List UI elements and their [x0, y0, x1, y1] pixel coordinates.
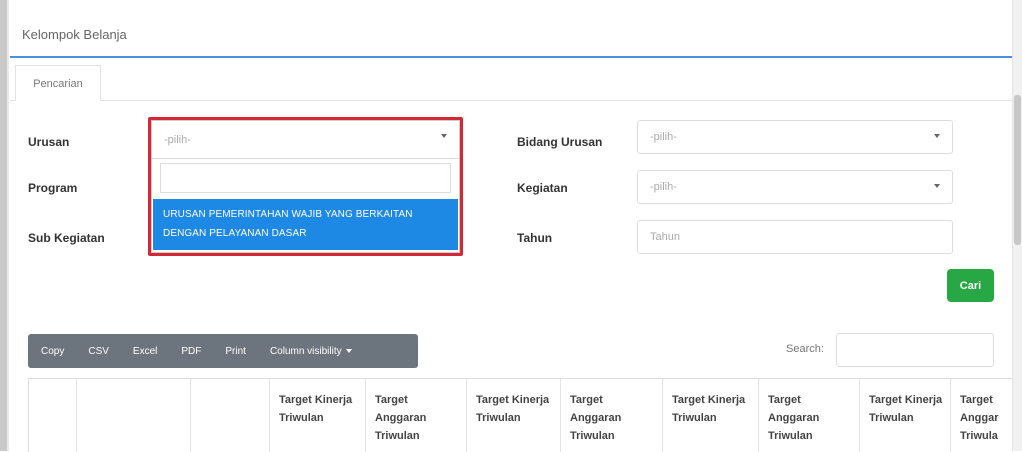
dropdown-search-input[interactable]	[160, 163, 451, 193]
dropdown-option-urusan-wajib[interactable]: URUSAN PEMERINTAHAN WAJIB YANG BERKAITAN…	[153, 199, 458, 250]
chevron-down-icon	[441, 134, 447, 138]
program-label: Program	[28, 181, 78, 195]
kegiatan-label: Kegiatan	[517, 181, 568, 195]
tab-pencarian[interactable]: Pencarian	[15, 65, 101, 101]
print-button[interactable]: Print	[213, 334, 258, 368]
column-divider	[269, 379, 270, 452]
bidang-urusan-select[interactable]: -pilih-	[637, 120, 953, 154]
column-divider	[560, 379, 561, 452]
copy-button[interactable]: Copy	[28, 334, 76, 368]
table-header-cell[interactable]: Target Anggar Triwula	[960, 391, 1015, 445]
excel-button[interactable]: Excel	[121, 334, 169, 368]
column-divider	[466, 379, 467, 452]
window-edge-inner	[7, 0, 9, 451]
page-title: Kelompok Belanja	[22, 27, 127, 42]
window-edge	[0, 0, 7, 451]
table-header-cell[interactable]: Target Anggaran Triwulan	[375, 391, 459, 445]
chevron-down-icon	[934, 184, 940, 188]
scrollbar-thumb[interactable]	[1014, 95, 1021, 245]
column-visibility-button[interactable]: Column visibility	[258, 334, 364, 368]
caret-down-icon	[345, 349, 352, 353]
urusan-select[interactable]: -pilih-	[152, 121, 459, 159]
table-header-cell[interactable]: Target Kinerja Triwulan	[279, 391, 363, 427]
kegiatan-select[interactable]: -pilih-	[637, 170, 953, 204]
cari-button[interactable]: Cari	[947, 269, 994, 302]
table-search-label: Search:	[786, 343, 824, 355]
column-divider	[859, 379, 860, 452]
table-header-cell[interactable]: Target Anggaran Triwulan	[570, 391, 654, 445]
column-divider	[758, 379, 759, 452]
column-divider	[662, 379, 663, 452]
tab-bar: Pencarian	[10, 62, 1014, 101]
header-divider	[10, 56, 1014, 58]
urusan-select-open[interactable]: -pilih- URUSAN PEMERINTAHAN WAJIB YANG B…	[151, 120, 460, 253]
column-visibility-label: Column visibility	[269, 345, 342, 357]
tahun-placeholder: Tahun	[650, 231, 680, 243]
table-header-cell[interactable]: Target Kinerja Triwulan	[476, 391, 560, 427]
table-header-cell[interactable]: Target Kinerja Triwulan	[672, 391, 756, 427]
table-header-cell[interactable]: Target Kinerja Triwulan	[869, 391, 953, 427]
kegiatan-select-value: -pilih-	[650, 181, 677, 193]
table-search-input[interactable]	[836, 333, 994, 367]
column-divider	[365, 379, 366, 452]
column-divider	[76, 379, 77, 452]
data-table: Target Kinerja Triwulan Target Anggaran …	[28, 378, 1015, 452]
export-toolbar: Copy CSV Excel PDF Print Column visibili…	[28, 334, 418, 368]
scrollbar[interactable]	[1012, 0, 1022, 451]
urusan-select-value: -pilih-	[164, 133, 191, 146]
bidang-urusan-label: Bidang Urusan	[517, 135, 603, 149]
table-header-cell[interactable]: Target Anggaran Triwulan	[768, 391, 852, 445]
csv-button[interactable]: CSV	[76, 334, 121, 368]
bidang-urusan-select-value: -pilih-	[650, 131, 677, 143]
tahun-input[interactable]: Tahun	[637, 220, 953, 254]
column-divider	[190, 379, 191, 452]
pdf-button[interactable]: PDF	[169, 334, 213, 368]
urusan-label: Urusan	[28, 135, 70, 149]
sub-kegiatan-label: Sub Kegiatan	[28, 231, 105, 245]
tahun-label: Tahun	[517, 231, 553, 245]
chevron-down-icon	[934, 134, 940, 138]
